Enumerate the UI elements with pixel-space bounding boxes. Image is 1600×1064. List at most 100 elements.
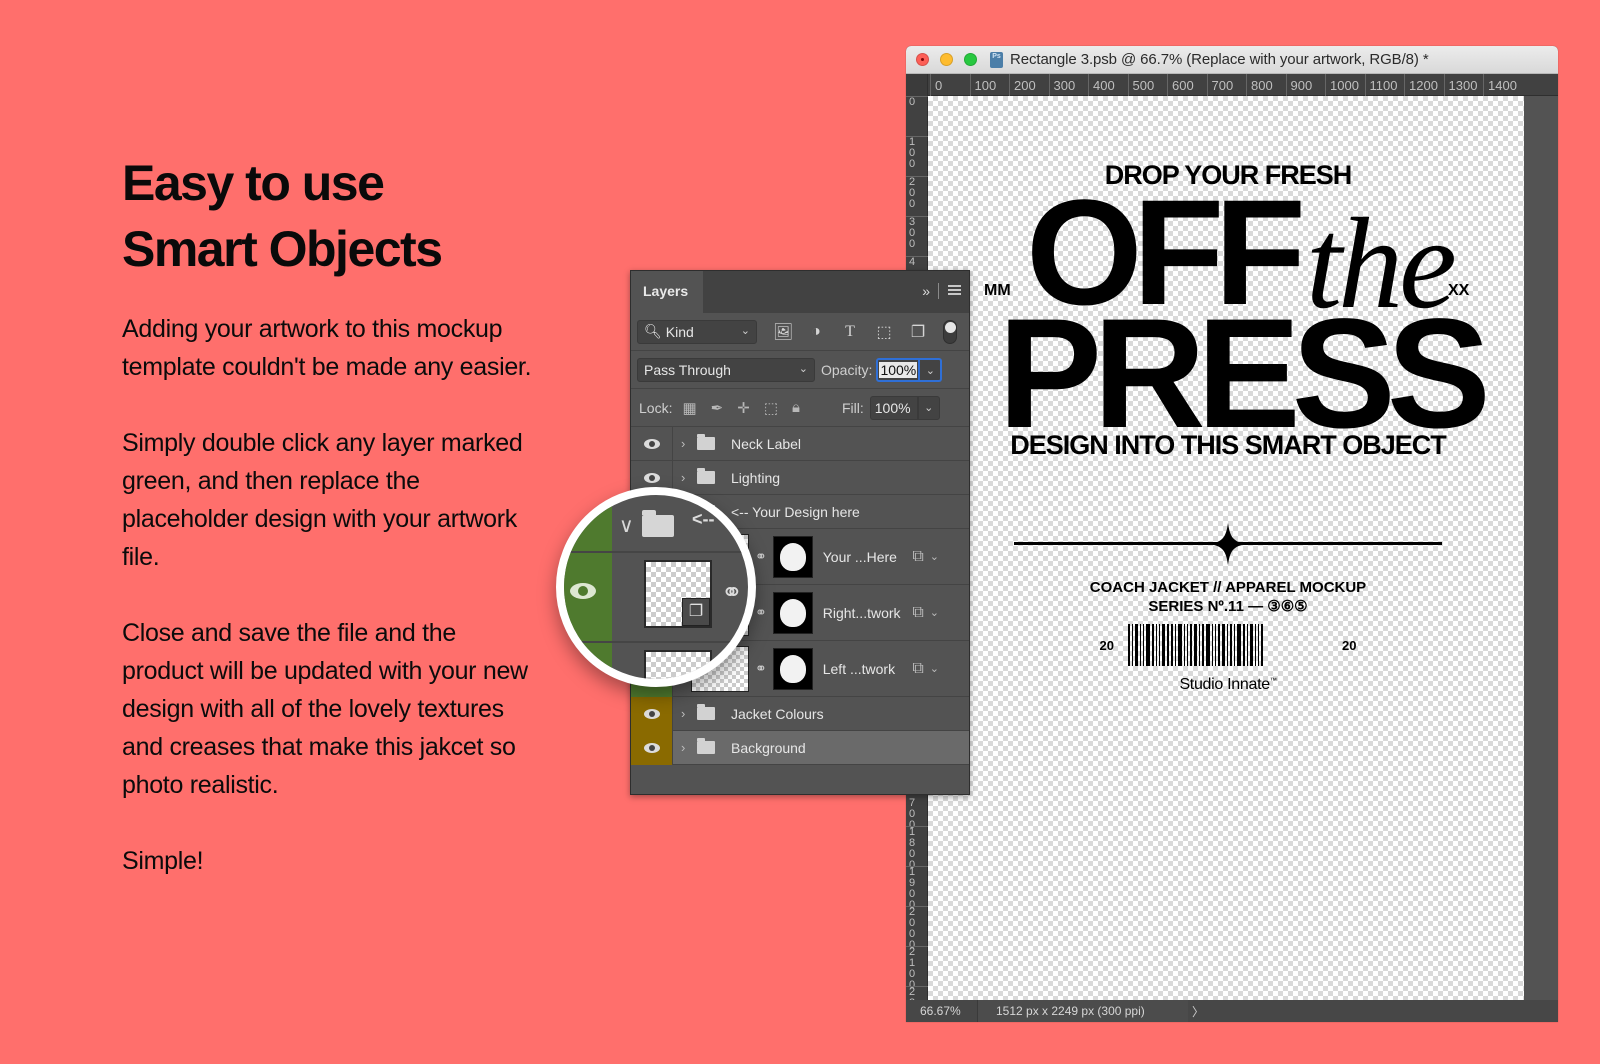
- studio-credit: Studio Innate™: [928, 676, 1524, 694]
- eye-icon: [643, 742, 660, 753]
- blend-if-icon[interactable]: ⧉: [912, 548, 923, 566]
- status-menu-arrow[interactable]: 〉: [1188, 1003, 1204, 1020]
- type-filter-icon[interactable]: T: [841, 323, 859, 341]
- folder-icon: [697, 704, 715, 720]
- lock-label: Lock:: [639, 399, 673, 416]
- fill-input[interactable]: 100%: [869, 395, 918, 420]
- barcode-bar: [1175, 624, 1176, 666]
- barcode-bar: [1146, 624, 1150, 666]
- blend-mode-select[interactable]: Pass Through ⌄: [637, 357, 815, 382]
- chevron-down-icon: ⌄: [798, 362, 808, 375]
- paragraph-save: Close and save the file and the product …: [122, 619, 528, 799]
- document-info[interactable]: 1512 px x 2249 px (300 ppi): [978, 1000, 1188, 1022]
- lock-paint-icon[interactable]: ✒: [711, 399, 724, 417]
- magnified-row-divider: [564, 551, 748, 553]
- barcode-bar: [1227, 624, 1228, 666]
- layer-mask-thumbnail[interactable]: [772, 535, 813, 578]
- image-filter-icon[interactable]: 🖼︎: [773, 322, 793, 342]
- layer-mask-thumbnail[interactable]: [772, 647, 813, 690]
- chevron-down-icon[interactable]: ⌄: [930, 550, 939, 563]
- visibility-toggle[interactable]: [631, 730, 673, 765]
- zoom-level[interactable]: 66.67%: [906, 1000, 978, 1022]
- fill-label: Fill:: [841, 399, 864, 416]
- layer-mask-thumbnail[interactable]: [772, 591, 813, 634]
- link-icon[interactable]: ⚭: [755, 548, 767, 565]
- trademark-symbol: ™: [1269, 677, 1277, 685]
- chevron-down-icon[interactable]: ⌄: [930, 606, 939, 619]
- ruler-tick-label: 2 1 0 0: [906, 946, 928, 991]
- horizontal-ruler[interactable]: 0 100 200 300 400 500 600 700 800 900 1000 1100 1200…: [906, 74, 1558, 96]
- headline-line-2: Smart Objects: [122, 221, 443, 277]
- ruler-tick-label: 0: [906, 96, 928, 108]
- barcode-bar: [1128, 624, 1130, 666]
- magnified-folder-icon: [642, 510, 674, 537]
- shape-filter-icon[interactable]: ⬚: [875, 322, 893, 342]
- layer-row[interactable]: › Neck Label: [631, 426, 969, 461]
- barcode-bar: [1140, 624, 1141, 666]
- filter-toggle[interactable]: [943, 319, 957, 344]
- barcode-bar: [1132, 624, 1133, 666]
- headline: Easy to use Smart Objects: [122, 150, 542, 282]
- link-icon[interactable]: ⚭: [755, 660, 767, 677]
- document-title: Rectangle 3.psb @ 66.7% (Replace with yo…: [1010, 51, 1429, 68]
- title-bar[interactable]: Ps Rectangle 3.psb @ 66.7% (Replace with…: [906, 46, 1558, 74]
- smart-object-badge-icon: ❐: [682, 598, 710, 626]
- chevron-right-icon[interactable]: ›: [681, 470, 693, 485]
- magnified-row-divider: [564, 641, 748, 643]
- ruler-tick-label: 2 0 0 0: [906, 906, 928, 951]
- link-icon[interactable]: ⚭: [755, 604, 767, 621]
- blend-if-icon[interactable]: ⧉: [912, 604, 923, 622]
- barcode-bar: [1167, 624, 1169, 666]
- ruler-tick-label: 900: [1285, 74, 1312, 96]
- layer-name: Your ...Here: [822, 548, 897, 565]
- barcode-bar: [1184, 624, 1185, 666]
- chevron-right-icon[interactable]: ›: [681, 740, 693, 755]
- barcode-bar: [1190, 624, 1192, 666]
- barcode-bar: [1171, 624, 1173, 666]
- lock-transparent-icon[interactable]: ▦: [682, 399, 696, 417]
- chevron-right-icon[interactable]: ›: [681, 436, 693, 451]
- layer-name: Neck Label: [731, 435, 802, 452]
- folder-icon: [697, 738, 715, 754]
- barcode-bar: [1159, 624, 1160, 666]
- ruler-tick-label: 400: [1088, 74, 1115, 96]
- ruler-origin[interactable]: [906, 74, 928, 96]
- visibility-toggle[interactable]: [631, 696, 673, 731]
- layer-row-selected[interactable]: › Background: [631, 730, 969, 765]
- lock-position-icon[interactable]: ✛: [737, 399, 750, 417]
- artwork-product-line: COACH JACKET // APPAREL MOCKUP: [1089, 579, 1367, 596]
- lock-row: Lock: ▦ ✒ ✛ ⬚ 🔒︎ Fill: 100% ⌄: [631, 389, 969, 427]
- chevron-down-icon[interactable]: ⌄: [930, 662, 939, 675]
- adjustment-filter-icon[interactable]: ◑: [807, 323, 825, 341]
- tab-layers[interactable]: Layers: [631, 271, 703, 313]
- header-divider: [938, 283, 939, 299]
- collapse-panel-icon[interactable]: »: [922, 283, 930, 299]
- lock-all-icon[interactable]: 🔒︎: [792, 399, 800, 417]
- barcode-bar: [1143, 624, 1144, 666]
- filter-kind-select[interactable]: 🔍︎ Kind ⌄: [637, 319, 757, 344]
- opacity-dropdown-button[interactable]: ⌄: [920, 357, 943, 382]
- opacity-input[interactable]: 100%: [876, 357, 921, 382]
- smart-object-filter-icon[interactable]: ❐: [909, 322, 927, 342]
- eye-icon: [643, 438, 660, 449]
- zoom-window-button[interactable]: [964, 53, 977, 66]
- barcode-bar: [1243, 624, 1245, 666]
- canvas[interactable]: DROP YOUR FRESH MM OFF the XX PRESS DESI…: [928, 96, 1524, 1000]
- fill-dropdown-button[interactable]: ⌄: [917, 395, 940, 420]
- blend-if-icon[interactable]: ⧉: [912, 660, 923, 678]
- visibility-toggle[interactable]: [631, 426, 673, 461]
- minimize-window-button[interactable]: [940, 53, 953, 66]
- vertical-scrollbar[interactable]: [1524, 96, 1558, 1000]
- studio-name: Studio Innate: [1179, 676, 1270, 693]
- filter-kind-value: Kind: [665, 323, 694, 340]
- lock-artboard-icon[interactable]: ⬚: [764, 399, 778, 417]
- barcode: [1128, 624, 1328, 666]
- artwork-subhead: DESIGN INTO THIS SMART OBJECT: [1010, 430, 1447, 460]
- layer-row[interactable]: › Jacket Colours: [631, 696, 969, 731]
- ruler-tick-label: 1 9 0 0: [906, 866, 928, 911]
- chevron-right-icon[interactable]: ›: [681, 706, 693, 721]
- magnified-smart-object-thumbnail: ❐: [644, 560, 712, 628]
- close-window-button[interactable]: [916, 53, 929, 66]
- panel-menu-icon[interactable]: [948, 285, 961, 295]
- ruler-tick-label: 1000: [1325, 74, 1359, 96]
